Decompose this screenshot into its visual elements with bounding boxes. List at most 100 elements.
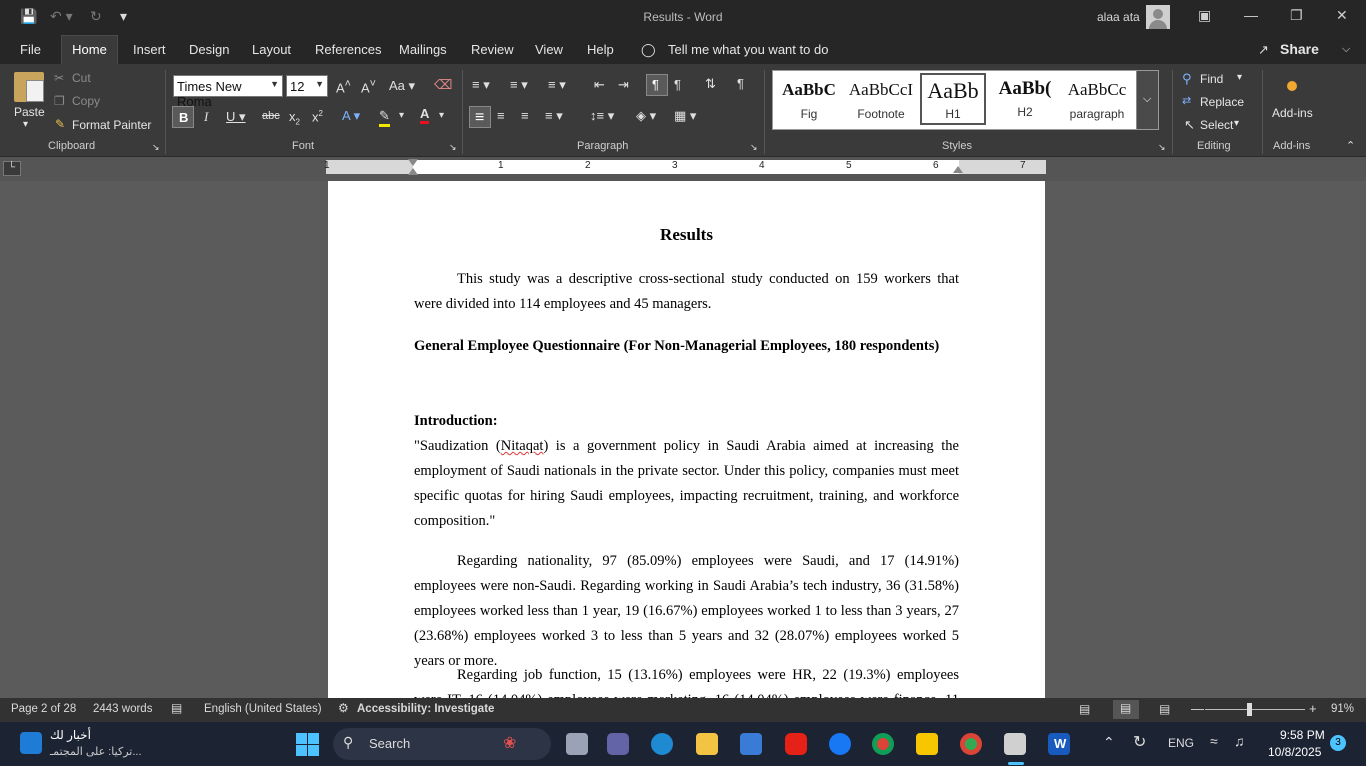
align-center-icon[interactable]: ≡	[497, 108, 505, 123]
font-name-combo[interactable]: Times New Roma ▼	[173, 75, 283, 109]
news-widget-icon[interactable]	[20, 732, 42, 754]
paragraph-launcher-icon[interactable]: ↘	[750, 142, 758, 153]
italic-icon[interactable]: I	[204, 109, 208, 125]
chevron-down-icon[interactable]: ▼	[315, 79, 324, 89]
facebook-icon[interactable]	[829, 733, 851, 755]
web-layout-icon[interactable]: ▤	[1159, 702, 1170, 716]
style-h2[interactable]: AaBb(H2	[992, 73, 1058, 125]
tab-file[interactable]: File	[20, 42, 41, 57]
decrease-indent-icon[interactable]: ⇤	[594, 77, 605, 93]
hanging-indent-marker[interactable]	[408, 168, 418, 175]
grow-font-icon[interactable]: A˄	[336, 78, 351, 95]
sync-icon[interactable]: ↻	[1133, 732, 1146, 752]
font-launcher-icon[interactable]: ↘	[449, 142, 457, 153]
chevron-down-icon[interactable]: ▾	[1237, 72, 1242, 83]
strikethrough-icon[interactable]: abc	[262, 110, 280, 122]
style-footnote[interactable]: AaBbCcI Footnote	[848, 73, 914, 125]
word-icon[interactable]: W	[1048, 733, 1070, 755]
ribbon-display-icon[interactable]: ▣	[1198, 7, 1211, 24]
tab-selector[interactable]: └	[3, 161, 21, 176]
styles-more-button[interactable]: ⌵	[1136, 71, 1158, 129]
share-button[interactable]: Share	[1280, 41, 1319, 57]
select-button[interactable]: Select	[1200, 118, 1233, 132]
change-case-icon[interactable]: Aa ▾	[389, 78, 415, 94]
highlight-icon[interactable]: ✎	[379, 108, 390, 127]
replace-button[interactable]: Replace	[1200, 95, 1244, 109]
restore-icon[interactable]: ❐	[1290, 7, 1303, 24]
justify-icon[interactable]: ≡ ▾	[545, 108, 563, 124]
font-color-icon[interactable]: A	[420, 106, 430, 124]
chevron-down-icon[interactable]: ▼	[270, 79, 279, 89]
find-button[interactable]: Find	[1200, 72, 1223, 86]
sort-icon[interactable]: ⇅	[705, 76, 716, 92]
zoom-out-icon[interactable]: —	[1191, 701, 1204, 716]
show-marks-icon[interactable]: ¶	[737, 76, 744, 91]
tab-mailings[interactable]: Mailings	[399, 42, 447, 57]
copy-button[interactable]: Copy	[72, 94, 100, 108]
style-h1[interactable]: AaBb H1	[920, 73, 986, 125]
zoom-slider-thumb[interactable]	[1247, 703, 1252, 716]
tab-review[interactable]: Review	[471, 42, 514, 57]
search-input[interactable]: ⚲ Search ❀	[333, 728, 551, 760]
addins-icon[interactable]	[1287, 81, 1297, 91]
clipboard-launcher-icon[interactable]: ↘	[152, 142, 160, 153]
font-size-combo[interactable]: 12 ▼	[286, 75, 328, 97]
document-page[interactable]: Results This study was a descriptive cro…	[328, 181, 1045, 698]
addins-button[interactable]: Add-ins	[1272, 106, 1313, 120]
chrome-profile-icon[interactable]	[960, 733, 982, 755]
tab-view[interactable]: View	[535, 42, 563, 57]
edge-icon[interactable]	[651, 733, 673, 755]
ltr-button[interactable]: ¶	[646, 74, 668, 96]
clock-time[interactable]: 9:58 PM	[1280, 728, 1325, 742]
user-name[interactable]: alaa ata	[1097, 10, 1140, 24]
snipping-tool-icon[interactable]	[1004, 733, 1026, 755]
tab-insert[interactable]: Insert	[133, 42, 166, 57]
avatar[interactable]	[1146, 5, 1170, 29]
borders-icon[interactable]: ▦ ▾	[674, 108, 696, 124]
word-count[interactable]: 2443 words	[93, 703, 152, 715]
align-left-button[interactable]: ≡	[469, 106, 491, 128]
zoom-level[interactable]: 91%	[1331, 703, 1354, 715]
clear-formatting-icon[interactable]: ⌫	[434, 77, 452, 93]
underline-icon[interactable]: U ▾	[226, 109, 246, 125]
wifi-icon[interactable]: ≈	[1210, 733, 1218, 749]
style-fig[interactable]: AaBbC Fig	[776, 73, 842, 125]
subscript-icon[interactable]: x2	[289, 109, 300, 127]
accessibility-status[interactable]: Accessibility: Investigate	[357, 703, 494, 715]
multilevel-list-icon[interactable]: ≡ ▾	[548, 77, 566, 93]
tray-chevron-icon[interactable]: ⌃	[1103, 734, 1115, 751]
teams-icon[interactable]	[607, 733, 629, 755]
line-spacing-icon[interactable]: ↕≡ ▾	[590, 108, 614, 124]
news-subtitle[interactable]: تركيا: على المجتمـ...	[50, 745, 142, 758]
youtube-icon[interactable]	[785, 733, 807, 755]
sticky-notes-icon[interactable]	[916, 733, 938, 755]
chevron-down-icon[interactable]: ▾	[399, 110, 404, 121]
file-explorer-icon[interactable]	[696, 733, 718, 755]
start-icon[interactable]	[296, 733, 319, 756]
bold-button[interactable]: B	[172, 106, 194, 128]
paste-dropdown-icon[interactable]: ▾	[23, 119, 28, 130]
chevron-down-icon[interactable]: ▾	[439, 110, 444, 121]
shrink-font-icon[interactable]: A˅	[361, 78, 376, 95]
styles-launcher-icon[interactable]: ↘	[1158, 142, 1166, 153]
volume-icon[interactable]: ♫	[1234, 733, 1245, 749]
collapse-ribbon-icon[interactable]: ⌃	[1346, 139, 1355, 152]
format-painter-button[interactable]: Format Painter	[72, 118, 151, 132]
input-language[interactable]: ENG	[1168, 736, 1194, 750]
bullets-icon[interactable]: ≡ ▾	[472, 77, 490, 93]
tab-home[interactable]: Home	[61, 35, 118, 64]
cut-button[interactable]: Cut	[72, 71, 91, 85]
numbering-icon[interactable]: ≡ ▾	[510, 77, 528, 93]
first-line-indent-marker[interactable]	[408, 159, 418, 166]
tab-design[interactable]: Design	[189, 42, 229, 57]
zoom-slider[interactable]	[1205, 709, 1305, 710]
rtl-icon[interactable]: ¶	[674, 77, 681, 92]
read-mode-icon[interactable]: ▤	[1079, 702, 1090, 716]
spelling-error-word[interactable]: Nitaqat	[501, 438, 544, 454]
clock-date[interactable]: 10/8/2025	[1268, 745, 1321, 759]
style-paragraph[interactable]: AaBbCc paragraph	[1064, 73, 1130, 125]
close-icon[interactable]: ✕	[1336, 7, 1348, 24]
language-status[interactable]: English (United States)	[204, 703, 322, 715]
page-count[interactable]: Page 2 of 28	[11, 703, 76, 715]
paste-icon[interactable]	[14, 72, 44, 102]
